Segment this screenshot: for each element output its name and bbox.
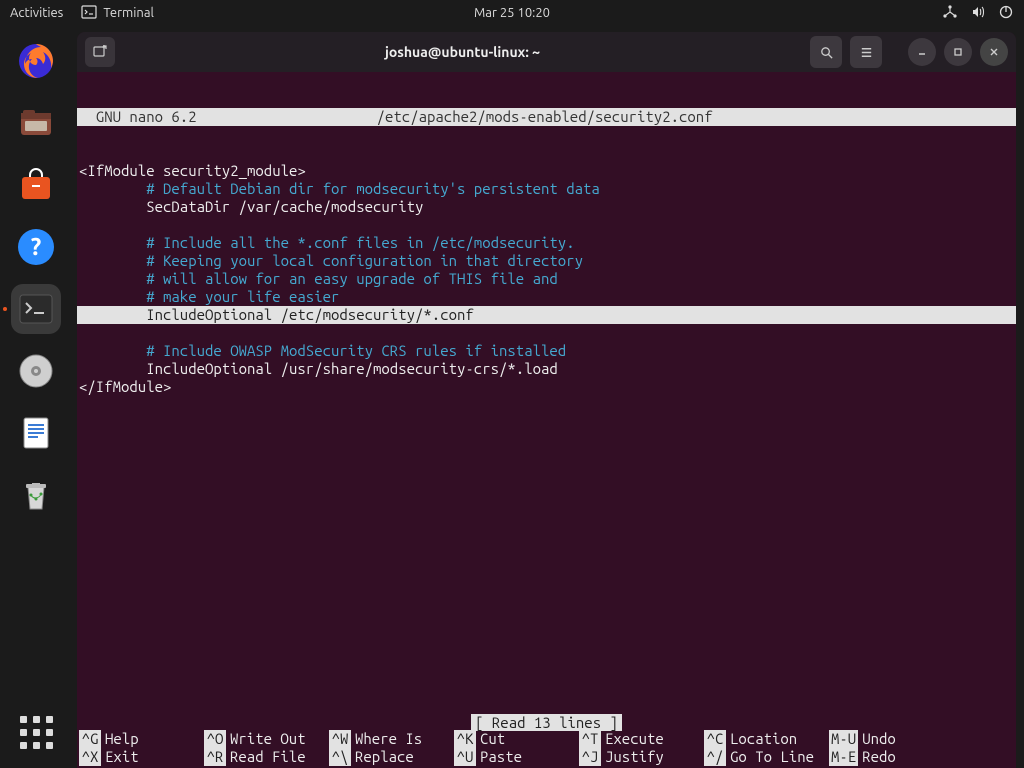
- dock-text-editor[interactable]: [11, 408, 61, 458]
- volume-icon[interactable]: [970, 4, 986, 23]
- terminal-body[interactable]: GNU nano 6.2 /etc/apache2/mods-enabled/s…: [77, 72, 1016, 768]
- shortcut-key: ^O: [204, 730, 226, 748]
- nano-shortcut: M-ERedo: [829, 748, 909, 766]
- active-app-label: Terminal: [103, 6, 154, 20]
- shortcut-key: ^J: [579, 748, 601, 766]
- shortcut-label: Cut: [480, 730, 505, 748]
- shortcut-key: ^/: [704, 748, 726, 766]
- editor-line: # Include all the *.conf files in /etc/m…: [77, 234, 1016, 252]
- power-icon[interactable]: [998, 4, 1014, 23]
- shortcut-label: Replace: [355, 748, 414, 766]
- show-applications-button[interactable]: [14, 710, 58, 754]
- hamburger-menu-button[interactable]: [850, 36, 882, 68]
- gnome-topbar: Activities Terminal Mar 25 10:20: [0, 0, 1024, 26]
- shortcut-key: ^K: [454, 730, 476, 748]
- nano-shortcuts: ^GHelp^OWrite Out^WWhere Is^KCut^TExecut…: [77, 730, 1016, 768]
- editor-line: [77, 216, 1016, 234]
- dock-help[interactable]: ?: [11, 222, 61, 272]
- terminal-icon: [81, 4, 97, 23]
- network-icon[interactable]: [942, 4, 958, 23]
- nano-content[interactable]: <IfModule security2_module> # Default De…: [77, 162, 1016, 396]
- dock-terminal[interactable]: [11, 284, 61, 334]
- shortcut-key: ^R: [204, 748, 226, 766]
- editor-line: # Include OWASP ModSecurity CRS rules if…: [77, 342, 1016, 360]
- shortcut-key: ^G: [79, 730, 101, 748]
- svg-text:?: ?: [31, 233, 42, 260]
- nano-app-label: GNU nano 6.2: [79, 108, 197, 126]
- shortcut-label: Go To Line: [730, 748, 814, 766]
- nano-shortcut: ^GHelp: [79, 730, 204, 748]
- shortcut-label: Help: [105, 730, 139, 748]
- dock-firefox[interactable]: [11, 36, 61, 86]
- shortcut-label: Location: [730, 730, 797, 748]
- shortcut-label: Where Is: [355, 730, 422, 748]
- nano-file-path: /etc/apache2/mods-enabled/security2.conf: [377, 108, 713, 126]
- shortcut-label: Justify: [605, 748, 664, 766]
- dock: ?: [0, 26, 72, 768]
- dock-disk[interactable]: [11, 346, 61, 396]
- shortcut-label: Read File: [230, 748, 306, 766]
- active-app-indicator[interactable]: Terminal: [81, 4, 154, 23]
- nano-shortcut: ^/Go To Line: [704, 748, 829, 766]
- close-button[interactable]: [980, 38, 1008, 66]
- shortcut-key: ^U: [454, 748, 476, 766]
- shortcut-label: Undo: [862, 730, 896, 748]
- window-title: joshua@ubuntu-linux: ~: [123, 44, 802, 60]
- editor-line: [77, 324, 1016, 342]
- shortcut-label: Write Out: [230, 730, 306, 748]
- nano-shortcut: ^OWrite Out: [204, 730, 329, 748]
- editor-line: # make your life easier: [77, 288, 1016, 306]
- shortcut-key: ^T: [579, 730, 601, 748]
- shortcut-label: Execute: [605, 730, 664, 748]
- editor-line: <IfModule security2_module>: [77, 162, 1016, 180]
- nano-shortcut: ^RRead File: [204, 748, 329, 766]
- nano-shortcut: M-UUndo: [829, 730, 909, 748]
- dock-files[interactable]: [11, 98, 61, 148]
- shortcut-key: ^C: [704, 730, 726, 748]
- search-button[interactable]: [810, 36, 842, 68]
- clock[interactable]: Mar 25 10:20: [474, 6, 550, 20]
- maximize-button[interactable]: [944, 38, 972, 66]
- shortcut-key: ^W: [329, 730, 351, 748]
- nano-shortcut: ^XExit: [79, 748, 204, 766]
- editor-line: IncludeOptional /usr/share/modsecurity-c…: [77, 360, 1016, 378]
- new-tab-button[interactable]: [85, 37, 115, 67]
- nano-shortcut: ^WWhere Is: [329, 730, 454, 748]
- activities-button[interactable]: Activities: [10, 6, 63, 20]
- editor-line: # will allow for an easy upgrade of THIS…: [77, 270, 1016, 288]
- shortcut-key: ^X: [79, 748, 101, 766]
- minimize-button[interactable]: [908, 38, 936, 66]
- shortcut-key: M-U: [829, 730, 858, 748]
- editor-line: # Default Debian dir for modsecurity's p…: [77, 180, 1016, 198]
- shortcut-key: ^\: [329, 748, 351, 766]
- dock-software[interactable]: [11, 160, 61, 210]
- nano-shortcut: ^TExecute: [579, 730, 704, 748]
- editor-line: SecDataDir /var/cache/modsecurity: [77, 198, 1016, 216]
- shortcut-label: Paste: [480, 748, 522, 766]
- shortcut-label: Redo: [862, 748, 896, 766]
- editor-line: # Keeping your local configuration in th…: [77, 252, 1016, 270]
- editor-line: IncludeOptional /etc/modsecurity/*.conf: [77, 306, 1016, 324]
- editor-line: </IfModule>: [77, 378, 1016, 396]
- nano-shortcut: ^\Replace: [329, 748, 454, 766]
- nano-header: GNU nano 6.2 /etc/apache2/mods-enabled/s…: [77, 108, 1016, 126]
- nano-shortcut: ^UPaste: [454, 748, 579, 766]
- nano-shortcut: ^CLocation: [704, 730, 829, 748]
- nano-shortcut: ^KCut: [454, 730, 579, 748]
- shortcut-key: M-E: [829, 748, 858, 766]
- shortcut-label: Exit: [105, 748, 139, 766]
- window-titlebar: joshua@ubuntu-linux: ~: [77, 32, 1016, 72]
- nano-shortcut: ^JJustify: [579, 748, 704, 766]
- terminal-window: joshua@ubuntu-linux: ~ GNU nano 6.2 /etc…: [77, 32, 1016, 768]
- dock-trash[interactable]: [11, 470, 61, 520]
